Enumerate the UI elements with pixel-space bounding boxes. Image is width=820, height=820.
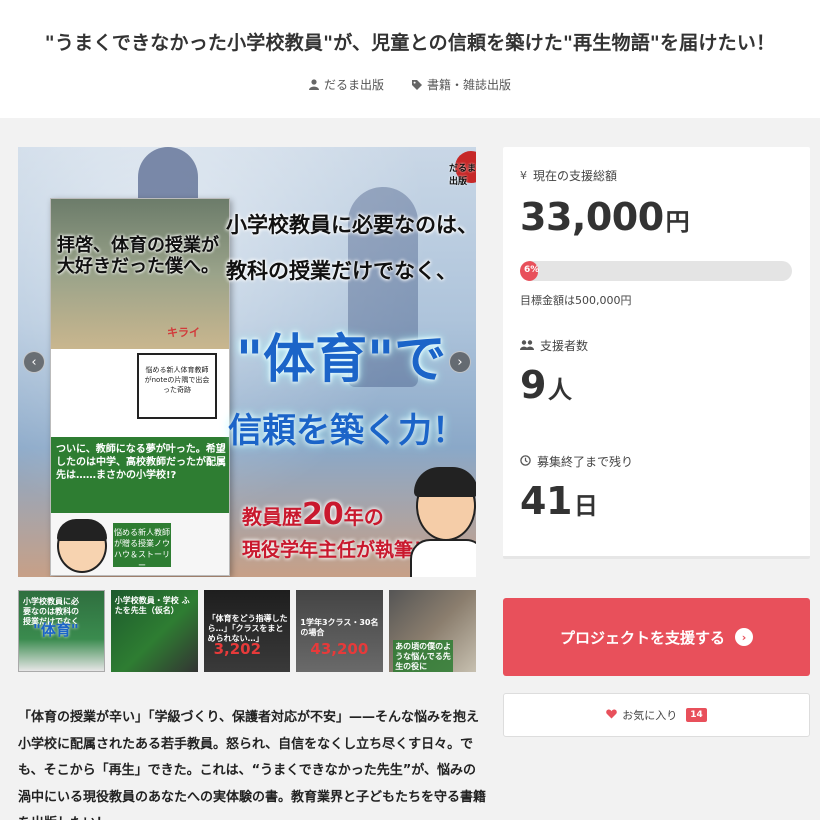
clock-icon — [520, 454, 531, 469]
tag-icon — [412, 79, 422, 90]
author-name: だるま出版 — [323, 78, 384, 92]
category-name: 書籍・雑誌出版 — [427, 78, 512, 92]
goal-amount: 目標金額は500,000円 — [520, 294, 632, 307]
total-amount: 33,000円 — [520, 195, 690, 239]
thumbnail-highlight: 3,202 — [213, 640, 262, 658]
thumbnail-text: あの頃の僕のような悩んでる先生の役に — [393, 640, 454, 672]
chevron-right-icon: › — [457, 354, 463, 370]
page-title: "うまくできなかった小学校教員"が、児童との信頼を築けた"再生物語"を届けたい！ — [44, 32, 776, 54]
total-amount-label-text: 現在の支援総額 — [533, 169, 618, 183]
hero-big-2: 信頼を築く力！ — [228, 411, 466, 451]
thumbnail-highlight: 43,200 — [310, 640, 369, 658]
book-bottom: 悩める新人教師が贈る授業ノウハウ＆ストーリー — [51, 513, 229, 575]
project-description: 「体育の授業が辛い」「学級づくり、保護者対応が不安」——そんな悩みを抱え小学校に… — [18, 710, 487, 820]
remaining-unit: 日 — [573, 492, 598, 520]
thumbnail-text: 1学年3クラス・30名の場合 — [300, 618, 379, 637]
favorite-count-badge: 14 — [686, 708, 707, 722]
total-amount-label: ¥ 現在の支援総額 — [520, 167, 617, 184]
heart-icon — [606, 709, 618, 722]
carousel-prev-button[interactable]: ‹ — [23, 351, 45, 373]
support-project-button[interactable]: プロジェクトを支援する › — [503, 598, 810, 676]
hero-red-1-post: 年の — [343, 505, 384, 529]
hero-red-2: 現役学年主任が執筆！ — [242, 539, 433, 561]
chevron-left-icon: ‹ — [31, 354, 37, 370]
supporters-value: 9 — [520, 363, 546, 407]
project-meta: だるま出版 書籍・雑誌出版 — [0, 76, 820, 93]
thumbnail-2[interactable]: 小学校教員・学校 ふたを先生（仮名） — [110, 590, 198, 672]
thumbnail-3[interactable]: 「体育をどう指導したら…」「クラスをまとめられない…」 3,202 — [203, 590, 291, 672]
total-amount-unit: 円 — [665, 208, 690, 236]
supporters-count: 9人 — [520, 363, 572, 407]
thumbnail-strip: 小学校教員に必要なのは教科の授業だけでなく "体育" 小学校教員・学校 ふたを先… — [18, 590, 476, 672]
book-tag: 悩める新人教師が贈る授業ノウハウ＆ストーリー — [113, 523, 171, 570]
teacher-shirt — [410, 539, 476, 577]
supporters-label: 支援者数 — [520, 337, 588, 354]
remaining-label-text: 募集終了まで残り — [537, 455, 634, 469]
page-header: "うまくできなかった小学校教員"が、児童との信頼を築けた"再生物語"を届けたい！… — [0, 0, 820, 118]
remaining-label: 募集終了まで残り — [520, 453, 633, 470]
thumbnail-4[interactable]: 1学年3クラス・30名の場合 43,200 — [296, 590, 384, 672]
people-icon — [520, 339, 534, 353]
author-link[interactable]: だるま出版 — [308, 76, 384, 93]
hero-red-1-num: 20 — [302, 497, 344, 532]
support-button-label: プロジェクトを支援する — [559, 628, 725, 647]
book-box: 悩める新人体育教師がnoteの片隅で出会った奇跡 — [137, 353, 217, 419]
favorite-label: お気に入り — [622, 709, 678, 722]
main-visual[interactable]: だるま出版 拝啓、体育の授業が大好きだった僕へ。 キライ 悩める新人体育教師がn… — [18, 147, 476, 577]
stats-panel: ¥ 現在の支援総額 33,000円 6% 目標金額は500,000円 支援者数 … — [503, 147, 810, 559]
hero-big-1: "体育"で — [236, 330, 447, 390]
supporters-label-text: 支援者数 — [540, 339, 589, 353]
teacher-hair — [414, 467, 476, 497]
publisher-logo-text: だるま出版 — [449, 164, 476, 187]
user-icon — [308, 79, 319, 90]
favorite-button[interactable]: お気に入り 14 — [503, 693, 810, 737]
book-green-band: ついに、教師になる夢が叶った。希望したのは中学、高校教師だったが配属先は……まさ… — [51, 437, 229, 513]
hero-line-1: 小学校教員に必要なのは、 — [226, 213, 476, 237]
book-cover: 拝啓、体育の授業が大好きだった僕へ。 キライ 悩める新人体育教師がnoteの片隅… — [50, 198, 230, 576]
remaining-days: 41日 — [520, 479, 598, 523]
category-link[interactable]: 書籍・雑誌出版 — [412, 76, 511, 93]
thumbnail-text: 小学校教員・学校 ふたを先生（仮名） — [114, 596, 190, 615]
book-title: 拝啓、体育の授業が大好きだった僕へ。 — [57, 235, 219, 277]
hero-line-2: 教科の授業だけでなく、 — [226, 259, 457, 283]
hero-red-1: 教員歴20年の — [242, 497, 384, 532]
teacher-illustration — [410, 467, 476, 577]
thumbnail-1[interactable]: 小学校教員に必要なのは教科の授業だけでなく "体育" — [18, 590, 105, 672]
total-amount-value: 33,000 — [520, 195, 664, 239]
supporters-unit: 人 — [547, 376, 572, 404]
remaining-value: 41 — [520, 479, 572, 523]
yen-icon: ¥ — [520, 169, 527, 182]
thumbnail-5[interactable]: あの頃の僕のような悩んでる先生の役に — [389, 590, 476, 672]
hero-red-1-pre: 教員歴 — [242, 505, 302, 529]
book-red-note: キライ — [167, 326, 200, 339]
chevron-right-icon: › — [735, 628, 753, 646]
author-illustration — [57, 519, 107, 573]
thumbnail-highlight: "体育" — [33, 621, 79, 639]
funding-progress-bar: 6% — [520, 261, 792, 281]
carousel-next-button[interactable]: › — [449, 351, 471, 373]
funding-progress-label: 6% — [524, 265, 540, 275]
